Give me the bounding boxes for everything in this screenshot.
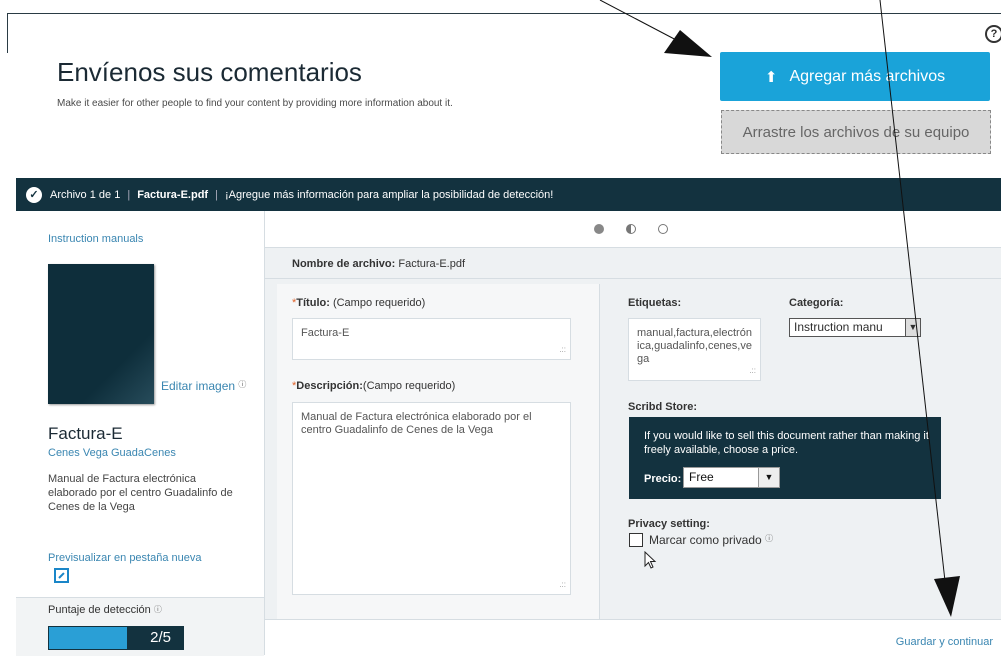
store-description: If you would like to sell this document … (644, 430, 929, 456)
privacy-label: Privacy setting: (628, 518, 710, 530)
title-label-text: Título: (296, 297, 330, 309)
private-checkbox-text: Marcar como privado (649, 533, 762, 547)
filename-label: Nombre de archivo: (292, 258, 396, 270)
step-dot-2[interactable] (626, 224, 636, 234)
page-subtitle: Make it easier for other people to find … (57, 98, 453, 109)
document-thumbnail (48, 264, 154, 404)
filename-value: Factura-E.pdf (398, 258, 466, 270)
category-link[interactable]: Instruction manuals (48, 233, 143, 245)
score-value: 2/5 (150, 629, 171, 646)
tags-input[interactable]: manual,factura,electrónica,guadalinfo,ce… (628, 318, 761, 381)
preview-link[interactable]: Previsualizar en pestaña nueva (48, 552, 201, 564)
save-continue-link[interactable]: Guardar y continuar (896, 636, 993, 648)
title-label: *Título: (Campo requerido) (292, 297, 425, 309)
drop-zone[interactable]: Arrastre los archivos de su equipo (721, 110, 991, 154)
tags-label: Etiquetas: (628, 297, 682, 309)
info-icon: ⓘ (765, 534, 774, 543)
status-message: ¡Agregue más información para ampliar la… (224, 188, 554, 201)
form-left-column: *Título: (Campo requerido) Factura-E .::… (277, 284, 600, 619)
title-required-text: (Campo requerido) (332, 297, 426, 309)
form-footer: Guardar y continuar (265, 619, 1001, 656)
page-title: Envíenos sus comentarios (57, 57, 362, 87)
score-label: Puntaje de detección ⓘ (48, 604, 162, 616)
category-select[interactable]: Instruction manu ▼ (789, 318, 921, 337)
title-value: Factura-E (301, 327, 350, 339)
annotation-arrow-line (599, 0, 681, 43)
info-icon: ⓘ (238, 380, 247, 389)
help-icon[interactable]: ? (985, 25, 1001, 43)
file-name: Factura-E.pdf (137, 188, 209, 201)
step-dot-3[interactable] (658, 224, 668, 234)
file-count: Archivo 1 de 1 (50, 188, 121, 201)
description-label: *Descripción:(Campo requerido) (292, 380, 455, 392)
window-left-border (7, 13, 8, 53)
description-label-text: Descripción: (296, 380, 363, 392)
edit-image-link[interactable]: Editar imagen ⓘ (161, 379, 246, 393)
add-files-button[interactable]: ⬆ Agregar más archivos (720, 52, 990, 101)
filename-row: Nombre de archivo: Factura-E.pdf (292, 258, 465, 270)
score-label-text: Puntaje de detección (48, 604, 151, 616)
chevron-down-icon[interactable]: ▼ (758, 468, 779, 487)
scribd-store-box: If you would like to sell this document … (629, 417, 941, 499)
discovery-score: Puntaje de detección ⓘ 2/5 (16, 597, 264, 656)
annotation-arrowhead (664, 30, 712, 57)
upload-icon: ⬆ (764, 68, 778, 86)
price-select-value: Free (689, 470, 714, 484)
step-indicator (265, 211, 1001, 248)
description-required-text: (Campo requerido) (362, 380, 456, 392)
price-label: Precio: (644, 473, 682, 485)
separator: | (215, 188, 218, 201)
resize-grip-icon[interactable]: .:: (559, 343, 566, 356)
document-title: Factura-E (48, 424, 123, 443)
category-select-value: Instruction manu (794, 320, 883, 334)
private-checkbox[interactable] (629, 533, 643, 547)
chevron-down-icon[interactable]: ▼ (905, 319, 920, 336)
description-textarea[interactable]: Manual de Factura electrónica elaborado … (292, 402, 571, 595)
private-checkbox-label: Marcar como privado ⓘ (649, 533, 773, 547)
separator: | (127, 188, 131, 201)
tags-value: manual,factura,electrónica,guadalinfo,ce… (637, 327, 752, 365)
external-link-icon[interactable] (54, 568, 69, 583)
file-status-bar: ✓ Archivo 1 de 1 | Factura-E.pdf | ¡Agre… (16, 178, 1001, 211)
check-icon: ✓ (26, 186, 42, 203)
store-label: Scribd Store: (628, 401, 698, 413)
title-input[interactable]: Factura-E .:: (292, 318, 571, 360)
info-icon: ⓘ (153, 605, 162, 614)
mouse-cursor-icon (644, 551, 657, 569)
resize-grip-icon[interactable]: .:: (749, 364, 756, 377)
edit-image-label: Editar imagen (161, 379, 236, 393)
drop-zone-label: Arrastre los archivos de su equipo (742, 123, 970, 141)
price-select[interactable]: Free ▼ (683, 467, 780, 488)
category-label: Categoría: (789, 297, 844, 309)
resize-grip-icon[interactable]: .:: (559, 578, 566, 591)
divider (265, 278, 1001, 279)
score-fill (49, 627, 127, 649)
description-value: Manual de Factura electrónica elaborado … (301, 411, 532, 436)
document-sidebar: Instruction manuals Editar imagen ⓘ Fact… (16, 211, 265, 656)
step-dot-1[interactable] (594, 224, 604, 234)
score-bar: 2/5 (48, 626, 184, 650)
add-files-label: Agregar más archivos (789, 67, 946, 85)
document-description: Manual de Factura electrónica elaborado … (48, 473, 233, 513)
window-top-border (7, 13, 1001, 14)
document-author[interactable]: Cenes Vega GuadaCenes (48, 447, 176, 459)
